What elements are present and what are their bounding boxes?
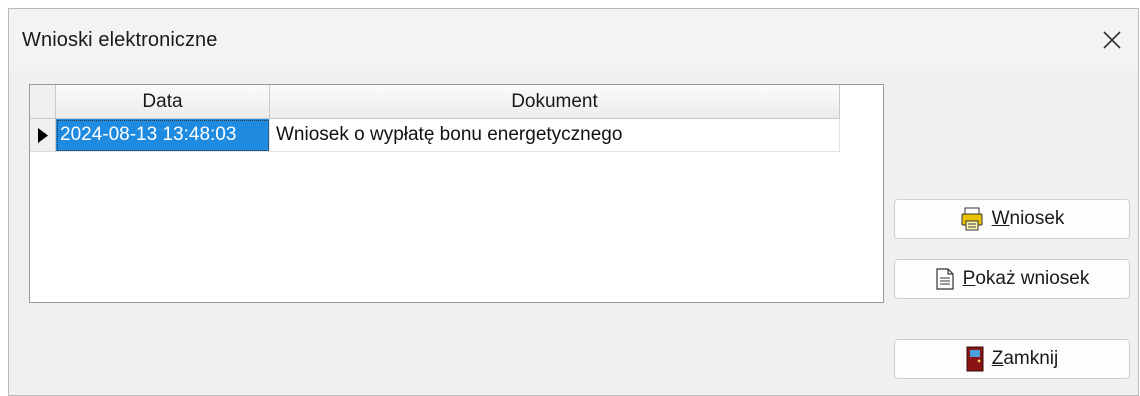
header-indicator-cell [30,85,56,119]
zamknij-button[interactable]: Zamknij [894,339,1130,379]
pokaz-wniosek-label: Pokaż wniosek [962,268,1090,289]
wniosek-button[interactable]: Wniosek [894,199,1130,239]
documents-grid[interactable]: Data Dokument 2024-08-13 13:48:03 Wniose… [29,84,884,303]
door-icon [966,346,984,372]
dialog-window: Wnioski elektroniczne Data Dokument 2024… [8,8,1139,396]
title-bar: Wnioski elektroniczne [9,9,1138,71]
row-pointer-icon [38,128,48,143]
pokaz-wniosek-button[interactable]: Pokaż wniosek [894,259,1130,299]
printer-icon [960,207,984,231]
wniosek-label: Wniosek [991,208,1065,229]
window-title: Wnioski elektroniczne [22,29,218,51]
column-header-data[interactable]: Data [56,85,270,119]
zamknij-label: Zamknij [991,348,1059,369]
cell-data[interactable]: 2024-08-13 13:48:03 [56,119,270,152]
column-header-dokument[interactable]: Dokument [270,85,840,119]
close-button[interactable] [1092,19,1132,59]
table-row[interactable]: 2024-08-13 13:48:03 Wniosek o wypłatę bo… [30,119,840,152]
cell-dokument[interactable]: Wniosek o wypłatę bonu energetycznego [270,119,840,152]
grid-header: Data Dokument [30,85,840,119]
row-indicator [30,119,56,152]
document-icon [935,268,955,290]
close-icon [1103,31,1121,49]
